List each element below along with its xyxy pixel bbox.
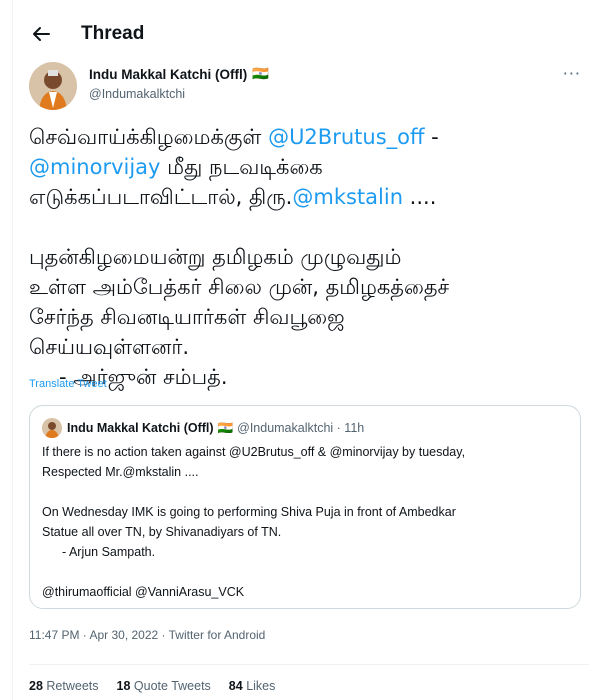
tweet-signature: - அர்ஜுன் சம்பத். <box>59 365 228 389</box>
quoted-text-line: On Wednesday IMK is going to performing … <box>42 505 456 519</box>
quoted-text-line: - Arjun Sampath. <box>62 545 156 559</box>
tweet-text-segment: எடுக்கப்படாவிட்டால், திரு. <box>29 185 293 209</box>
author-name[interactable]: Indu Makkal Katchi (Offl) <box>89 67 247 82</box>
author-handle[interactable]: @Indumakalktchi <box>89 87 185 101</box>
quoted-text-line: Statue all over TN, by Shivanadiyars of … <box>42 525 282 539</box>
more-options-icon[interactable]: ··· <box>563 64 581 83</box>
avatar <box>42 418 62 438</box>
retweets-stat[interactable]: 28 Retweets <box>29 679 99 693</box>
tweet-text-segment: - <box>424 125 439 149</box>
quoted-text-line: Respected Mr.@mkstalin .... <box>42 465 199 479</box>
quoted-tweet[interactable]: Indu Makkal Katchi (Offl) 🇮🇳 @Indumakalk… <box>29 405 581 609</box>
page-title: Thread <box>81 23 145 44</box>
quoted-tweet-text: If there is no action taken against @U2B… <box>42 442 570 602</box>
tweet-text-segment: .... <box>403 185 437 209</box>
tweet-thread-panel: Thread Indu Makkal Katchi (Offl) 🇮🇳 @Ind… <box>12 0 600 700</box>
tweet-text-segment: செவ்வாய்க்கிழமைக்குள் <box>29 125 269 149</box>
tweet-text: செவ்வாய்க்கிழமைக்குள் @U2Brutus_off - @m… <box>29 122 589 392</box>
tweet-timestamp[interactable]: 11:47 PM · Apr 30, 2022 · Twitter for An… <box>29 628 265 642</box>
likes-label: Likes <box>246 679 276 693</box>
quoted-author-meta: @Indumakalktchi · 11h <box>237 421 365 435</box>
tweet-author: Indu Makkal Katchi (Offl) 🇮🇳 @Indumakalk… <box>29 62 589 112</box>
quote-tweets-count: 18 <box>116 679 131 693</box>
thread-header: Thread <box>13 10 600 58</box>
mention-link[interactable]: @mkstalin <box>292 185 403 209</box>
quoted-text-line: @thirumaofficial @VanniArasu_VCK <box>42 585 245 599</box>
tweet-text-line: உள்ள அம்பேத்கர் சிலை முன், தமிழகத்தைச் <box>29 275 450 299</box>
india-flag-icon: 🇮🇳 <box>252 66 270 81</box>
quote-tweets-stat[interactable]: 18 Quote Tweets <box>117 679 211 693</box>
tweet-text-line: செய்யவுள்ளனர். <box>29 335 189 359</box>
mention-link[interactable]: @minorvijay <box>29 155 160 179</box>
tweet-text-segment: மீது நடவடிக்கை <box>160 155 323 179</box>
likes-count: 84 <box>228 679 243 693</box>
quoted-author-name: Indu Makkal Katchi (Offl) <box>67 421 214 435</box>
divider <box>29 664 589 665</box>
tweet-stats: 28 Retweets 18 Quote Tweets 84 Likes <box>29 679 275 693</box>
likes-stat[interactable]: 84 Likes <box>229 679 276 693</box>
india-flag-icon: 🇮🇳 <box>217 420 234 435</box>
tweet-text-line: சேர்ந்த சிவனடியார்கள் சிவபூஜை <box>29 305 345 329</box>
avatar[interactable] <box>29 62 77 110</box>
retweets-label: Retweets <box>46 679 99 693</box>
translate-tweet-link[interactable]: Translate Tweet <box>29 378 107 390</box>
mention-link[interactable]: @U2Brutus_off <box>268 125 424 149</box>
quote-tweets-label: Quote Tweets <box>133 679 211 693</box>
retweets-count: 28 <box>29 679 43 693</box>
quoted-text-line: If there is no action taken against @U2B… <box>42 445 466 459</box>
tweet-text-line: புதன்கிழமையன்று தமிழகம் முழுவதும் <box>29 245 402 269</box>
back-arrow-icon[interactable] <box>23 16 59 52</box>
